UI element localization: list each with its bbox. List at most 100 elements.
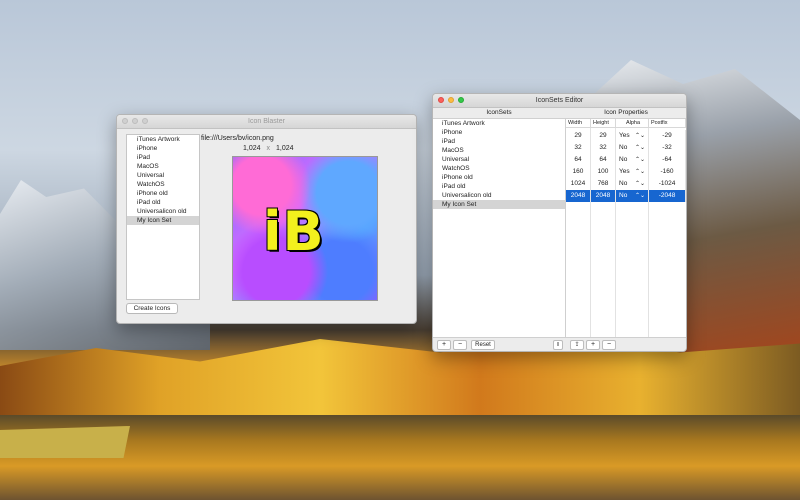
cell-postfix[interactable]: -160 (649, 166, 686, 178)
minimize-icon[interactable] (448, 97, 454, 103)
cell-alpha[interactable]: No ⌃⌄ (616, 190, 649, 202)
cell-width[interactable]: 1024 (566, 178, 591, 190)
split-handle-icon[interactable]: ‖ (553, 340, 563, 350)
cell-postfix[interactable]: -2048 (649, 190, 686, 202)
list-item[interactable]: iPad old (127, 198, 199, 207)
popup-stepper-icon[interactable]: ⌃⌄ (635, 178, 645, 190)
table-row[interactable]: 32 32 No ⌃⌄ -32 (566, 142, 686, 154)
list-item[interactable]: iPad (127, 153, 199, 162)
list-item[interactable]: iPhone (127, 144, 199, 153)
list-item-selected[interactable]: My Icon Set (433, 200, 565, 209)
preview-logo-text: iB (263, 200, 325, 263)
list-item-selected[interactable]: My Icon Set (127, 216, 199, 225)
minimize-icon[interactable] (132, 118, 138, 124)
column-header-width[interactable]: Width (566, 119, 591, 128)
window-title: IconSets Editor (535, 97, 584, 104)
popup-stepper-icon[interactable]: ⌃⌄ (635, 166, 645, 178)
list-item[interactable]: iTunes Artwork (433, 119, 565, 128)
cell-alpha[interactable]: Yes ⌃⌄ (616, 130, 649, 142)
popup-stepper-icon[interactable]: ⌃⌄ (635, 142, 645, 154)
zoom-icon[interactable] (458, 97, 464, 103)
remove-row-button[interactable]: − (602, 340, 616, 350)
remove-iconset-button[interactable]: − (453, 340, 467, 350)
list-item[interactable]: WatchOS (433, 164, 565, 173)
dimension-separator: x (266, 145, 271, 152)
list-item[interactable]: Universal (433, 155, 565, 164)
icon-properties-header: Icon Properties (604, 109, 648, 116)
column-header-height[interactable]: Height (591, 119, 616, 128)
cell-alpha[interactable]: No ⌃⌄ (616, 154, 649, 166)
cell-height[interactable]: 768 (591, 178, 616, 190)
cell-width[interactable]: 29 (566, 130, 591, 142)
table-row-selected[interactable]: 2048 2048 No ⌃⌄ -2048 (566, 190, 686, 202)
column-header-alpha[interactable]: Alpha (616, 119, 649, 128)
cell-height[interactable]: 32 (591, 142, 616, 154)
alpha-value: Yes (619, 168, 630, 175)
cell-postfix[interactable]: -32 (649, 142, 686, 154)
popup-stepper-icon[interactable]: ⌃⌄ (635, 190, 645, 202)
cell-alpha[interactable]: No ⌃⌄ (616, 142, 649, 154)
cell-width[interactable]: 2048 (566, 190, 591, 202)
list-item[interactable]: Universalicon old (433, 191, 565, 200)
list-item[interactable]: iPhone old (433, 173, 565, 182)
icon-blaster-window: Icon Blaster iTunes Artwork iPhone iPad … (116, 114, 417, 324)
icon-properties-table[interactable]: Width Height Alpha Postfix 29 29 Yes ⌃⌄ … (566, 118, 686, 339)
window-title: Icon Blaster (248, 118, 285, 125)
close-icon[interactable] (122, 118, 128, 124)
alpha-value: No (619, 156, 628, 163)
zoom-icon[interactable] (142, 118, 148, 124)
reset-button[interactable]: Reset (471, 340, 495, 350)
cell-postfix[interactable]: -29 (649, 130, 686, 142)
list-item[interactable]: MacOS (127, 162, 199, 171)
list-item[interactable]: Universal (127, 171, 199, 180)
list-item[interactable]: iPhone (433, 128, 565, 137)
cell-height[interactable]: 64 (591, 154, 616, 166)
image-width: 1,024 (243, 145, 261, 152)
window-controls (438, 97, 464, 103)
cell-height[interactable]: 29 (591, 130, 616, 142)
table-row[interactable]: 160 100 Yes ⌃⌄ -160 (566, 166, 686, 178)
editor-bottom-bar: + − Reset ‖ ⇪ + − (433, 337, 686, 351)
alpha-value: No (619, 180, 628, 187)
list-item[interactable]: iPad old (433, 182, 565, 191)
cell-alpha[interactable]: Yes ⌃⌄ (616, 166, 649, 178)
column-header-postfix[interactable]: Postfix (649, 119, 686, 128)
cell-height[interactable]: 100 (591, 166, 616, 178)
share-icon[interactable]: ⇪ (570, 340, 584, 350)
iconsets-editor-window: IconSets Editor IconSets Icon Properties… (432, 93, 687, 352)
cell-width[interactable]: 32 (566, 142, 591, 154)
list-item[interactable]: iPad (433, 137, 565, 146)
iconsets-list[interactable]: iTunes Artwork iPhone iPad MacOS Univers… (433, 118, 566, 339)
cell-width[interactable]: 160 (566, 166, 591, 178)
cell-alpha[interactable]: No ⌃⌄ (616, 178, 649, 190)
popup-stepper-icon[interactable]: ⌃⌄ (635, 154, 645, 166)
icon-blaster-titlebar[interactable]: Icon Blaster (117, 115, 416, 129)
add-row-button[interactable]: + (586, 340, 600, 350)
icon-preview-image[interactable]: iB (232, 156, 378, 301)
file-path: file:///Users/bv/icon.png (201, 135, 274, 142)
iconsets-editor-titlebar[interactable]: IconSets Editor (433, 94, 686, 108)
table-row[interactable]: 1024 768 No ⌃⌄ -1024 (566, 178, 686, 190)
list-item[interactable]: MacOS (433, 146, 565, 155)
cell-postfix[interactable]: -1024 (649, 178, 686, 190)
image-height: 1,024 (276, 145, 294, 152)
alpha-value: Yes (619, 132, 630, 139)
cell-width[interactable]: 64 (566, 154, 591, 166)
cell-height[interactable]: 2048 (591, 190, 616, 202)
popup-stepper-icon[interactable]: ⌃⌄ (635, 130, 645, 142)
create-icons-button[interactable]: Create Icons (126, 303, 178, 314)
image-dimensions: 1,024 x 1,024 (243, 145, 294, 152)
table-row[interactable]: 64 64 No ⌃⌄ -64 (566, 154, 686, 166)
iconsets-header: IconSets (486, 109, 512, 116)
cell-postfix[interactable]: -64 (649, 154, 686, 166)
list-item[interactable]: iPhone old (127, 189, 199, 198)
close-icon[interactable] (438, 97, 444, 103)
alpha-value: No (619, 192, 628, 199)
add-iconset-button[interactable]: + (437, 340, 451, 350)
list-item[interactable]: WatchOS (127, 180, 199, 189)
list-item[interactable]: iTunes Artwork (127, 135, 199, 144)
iconset-list[interactable]: iTunes Artwork iPhone iPad MacOS Univers… (126, 134, 200, 300)
table-row[interactable]: 29 29 Yes ⌃⌄ -29 (566, 130, 686, 142)
alpha-value: No (619, 144, 628, 151)
list-item[interactable]: Universalicon old (127, 207, 199, 216)
